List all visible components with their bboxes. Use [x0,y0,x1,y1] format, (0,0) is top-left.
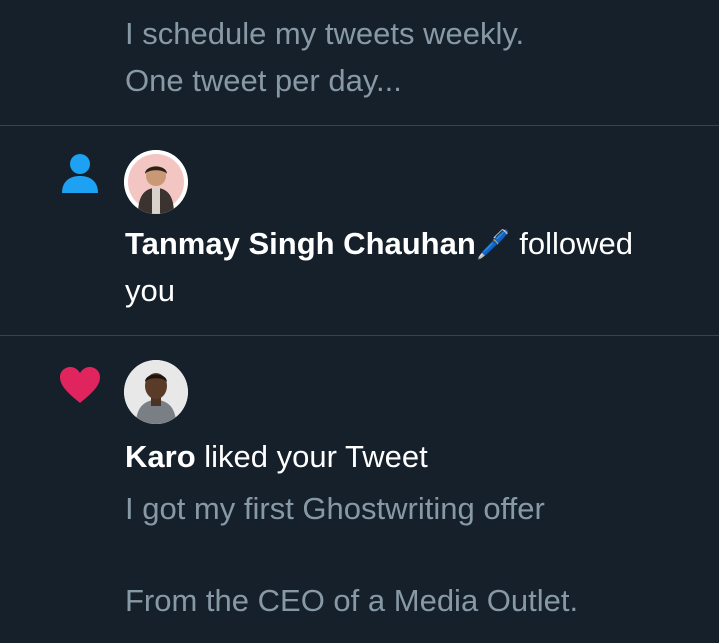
notification-tweet-preview[interactable]: I schedule my tweets weekly. One tweet p… [0,0,719,125]
notification-like[interactable]: Karo liked your Tweet I got my first Gho… [0,336,719,643]
user-name-tanmay[interactable]: Tanmay Singh Chauhan [125,226,476,261]
follow-text-line-1: Tanmay Singh Chauhan🖊️ followed [125,224,633,265]
notifications-feed: I schedule my tweets weekly. One tweet p… [0,0,719,643]
follow-text-line-2: you [125,273,175,308]
heart-icon [60,367,100,403]
liked-tweet-line-2: From the CEO of a Media Outlet. [125,583,579,618]
avatar-karo[interactable] [124,360,188,424]
liked-tweet-line-1: I got my first Ghostwriting offer [125,491,545,526]
tweet-preview-line-1: I schedule my tweets weekly. [125,16,525,51]
like-text-line: Karo liked your Tweet [125,437,428,477]
person-icon [62,154,98,193]
notification-follow[interactable]: Tanmay Singh Chauhan🖊️ followed you [0,126,719,334]
avatar-tanmay[interactable] [124,150,188,214]
pen-emoji: 🖊️ [475,229,511,260]
follow-action: followed [510,226,634,261]
tweet-preview-line-2: One tweet per day... [125,63,402,98]
user-name-karo[interactable]: Karo [125,439,196,474]
like-action: liked your Tweet [195,439,428,474]
